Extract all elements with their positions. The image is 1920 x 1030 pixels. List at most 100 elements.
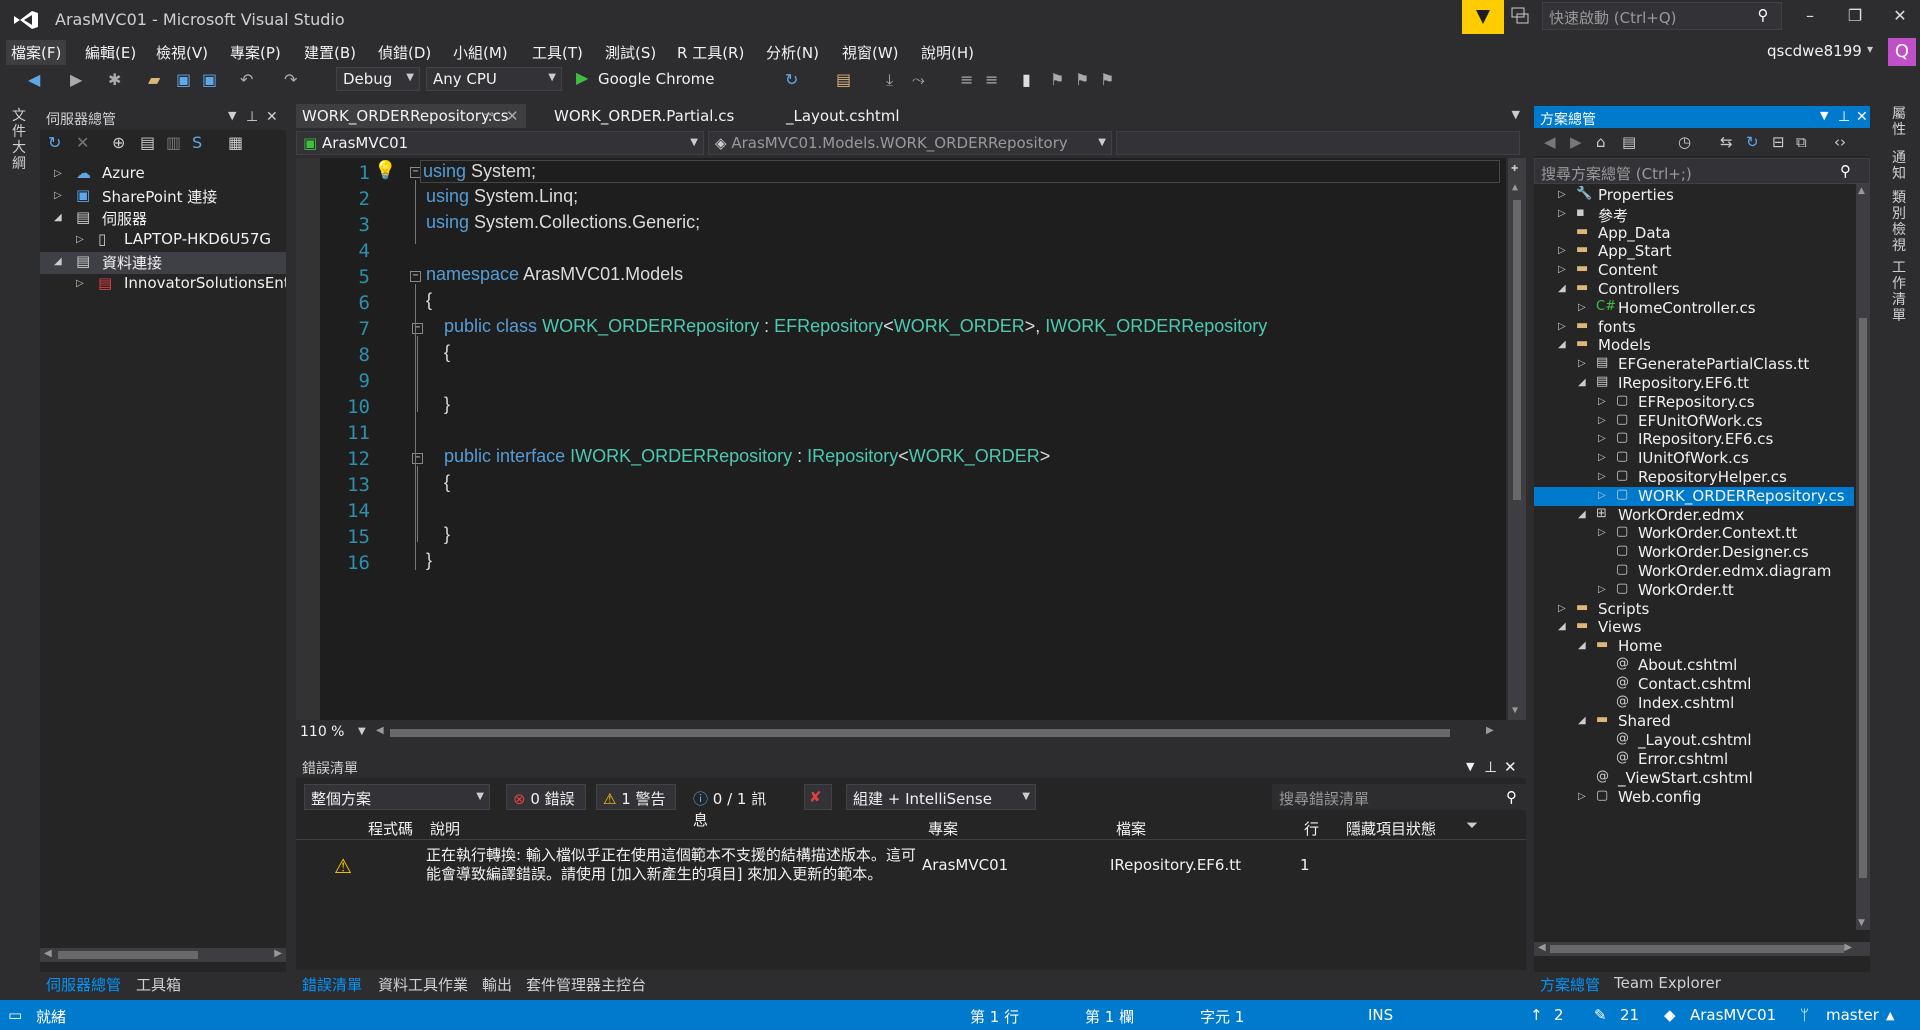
tab-data-tools[interactable]: 資料工具作業 [378, 974, 468, 995]
solution-vertical-scrollbar[interactable]: ▲ ▼ [1856, 184, 1870, 930]
avatar[interactable]: Q [1888, 38, 1916, 66]
tree-item-servers[interactable]: ◢ ▤ 伺服器 [40, 208, 286, 230]
open-file-icon[interactable]: ▰ [148, 70, 160, 89]
collapse-arrow-icon[interactable]: ◢ [1578, 377, 1586, 388]
collapse-arrow-icon[interactable]: ◢ [1578, 640, 1586, 651]
expand-arrow-icon[interactable]: ▷ [1558, 208, 1566, 219]
expand-arrow-icon[interactable]: ▷ [1558, 245, 1566, 256]
expand-arrow-icon[interactable]: ▷ [1598, 452, 1606, 463]
switch-views-icon[interactable]: ▤ [1622, 133, 1636, 151]
errors-filter-button[interactable]: ⊗ 0 錯誤 [506, 784, 586, 810]
refresh-icon[interactable]: ↻ [1746, 133, 1759, 151]
expand-arrow-icon[interactable]: ▷ [1598, 415, 1606, 426]
solution-item[interactable]: ▷ ▢ WORK_ORDERRepository.cs [1534, 486, 1854, 506]
scope-select[interactable]: 整個方案 ▼ [304, 784, 490, 810]
tab-layout[interactable]: _Layout.cshtml [780, 104, 906, 128]
solution-item[interactable]: ▷ ▢ WorkOrder.tt [1534, 581, 1854, 600]
split-icon[interactable]: ✚ [1511, 160, 1518, 174]
pending-changes-icon[interactable]: ◷ [1678, 133, 1691, 151]
tree-item-azure[interactable]: ▷ ☁ Azure [40, 164, 286, 186]
branch-icon[interactable]: ᛘ [1800, 1006, 1809, 1024]
branch-name[interactable]: master [1826, 1006, 1879, 1024]
expand-arrow-icon[interactable]: ▷ [1598, 396, 1606, 407]
chevron-up-icon[interactable]: ▲ [1886, 1009, 1894, 1022]
code-view-icon[interactable]: ‹› [1834, 133, 1846, 151]
start-debugging-icon[interactable]: ▶ [576, 68, 588, 87]
expand-arrow-icon[interactable]: ▷ [1598, 433, 1606, 444]
sharepoint-icon[interactable]: S [192, 133, 202, 152]
show-all-files-icon[interactable]: ⧉ [1796, 133, 1807, 151]
new-project-icon[interactable]: ✱ [108, 70, 121, 89]
solution-item[interactable]: ▷ ▢ IUnitOfWork.cs [1534, 449, 1854, 468]
column-line[interactable]: 行 [1304, 818, 1319, 839]
pending-changes-count[interactable]: 21 [1620, 1006, 1639, 1024]
expand-arrow-icon[interactable]: ▷ [1598, 584, 1606, 595]
solution-item[interactable]: ▷ ▢ EFUnitOfWork.cs [1534, 412, 1854, 431]
menu-test[interactable]: 測試(S) [600, 40, 661, 65]
type-nav-select[interactable]: ◈ ArasMVC01.Models.WORK_ORDERRepository … [708, 131, 1112, 155]
indent-icon[interactable]: ≡ [960, 70, 973, 89]
back-icon[interactable]: ◀ [28, 70, 40, 89]
output-window-icon[interactable]: ▭ [8, 1006, 22, 1024]
column-file[interactable]: 檔案 [1116, 818, 1146, 839]
editor-horizontal-scrollbar[interactable] [390, 729, 1450, 737]
task-list-tab[interactable]: 工作清單 [1890, 260, 1908, 324]
solution-item[interactable]: ◢ ▬ Views [1534, 618, 1854, 637]
member-nav-select[interactable] [1116, 131, 1520, 155]
collapse-arrow-icon[interactable]: ◢ [1578, 715, 1586, 726]
close-window-button[interactable]: ✕ [1885, 6, 1915, 28]
menu-build[interactable]: 建置(B) [299, 40, 361, 65]
close-icon[interactable]: ✕ [506, 107, 519, 125]
expand-arrow-icon[interactable]: ▷ [1558, 264, 1566, 275]
connect-sharepoint-icon[interactable]: ▥ [166, 133, 181, 152]
fold-toggle[interactable]: − [412, 453, 423, 464]
pencil-icon[interactable]: ✎ [1594, 1006, 1607, 1024]
expand-arrow-icon[interactable]: ▷ [1598, 490, 1606, 501]
close-icon[interactable]: ✕ [266, 109, 278, 125]
forward-icon[interactable]: ▶ [70, 70, 82, 89]
solution-item[interactable]: @ _ViewStart.cshtml [1534, 769, 1854, 788]
notifications-tab[interactable]: 通知 [1890, 150, 1908, 182]
filter-icon[interactable]: ⏷ [1466, 816, 1478, 834]
messages-filter-button[interactable]: ⓘ 0 / 1 訊息 [686, 784, 784, 829]
menu-analyze[interactable]: 分析(N) [761, 40, 824, 65]
solution-item[interactable]: ▷ ▤ EFGeneratePartialClass.tt [1534, 355, 1854, 374]
code-editor[interactable]: 1 2 3 4 5 6 7 8 9 10 11 12 13 14 15 16 💡… [296, 158, 1526, 720]
solution-horizontal-scrollbar[interactable]: ◀ ▶ [1534, 942, 1870, 956]
solution-item[interactable]: ◢ ▬ Controllers [1534, 280, 1854, 299]
document-outline-tab[interactable]: 文件大綱 [10, 108, 28, 172]
solution-item[interactable]: ◢ ▬ Home [1534, 637, 1854, 656]
repository-name[interactable]: ArasMVC01 [1690, 1006, 1776, 1024]
build-filter-select[interactable]: 組建 + IntelliSense ▼ [846, 784, 1036, 810]
clear-bookmarks-icon[interactable]: ⚑ [1100, 70, 1114, 89]
clear-filter-icon[interactable]: ✘ [804, 784, 832, 810]
solution-item[interactable]: ▢ WorkOrder.Designer.cs [1534, 543, 1854, 562]
tab-package-manager[interactable]: 套件管理器主控台 [526, 974, 646, 995]
sync-icon[interactable]: ⇆ [1720, 133, 1733, 151]
fold-toggle[interactable]: − [412, 323, 423, 334]
solution-item[interactable]: @ Index.cshtml [1534, 694, 1854, 713]
fold-toggle[interactable]: − [410, 271, 421, 282]
menu-window[interactable]: 視窗(W) [837, 40, 904, 65]
collapse-arrow-icon[interactable]: ◢ [1558, 283, 1566, 294]
save-all-icon[interactable]: ▣ [202, 70, 217, 89]
collapse-arrow-icon[interactable]: ◢ [1578, 509, 1586, 520]
tree-item-innovator[interactable]: ▷ ▤ InnovatorSolutionsEntit [40, 274, 286, 296]
class-view-tab[interactable]: 類別檢視 [1890, 190, 1908, 254]
tree-item-sharepoint[interactable]: ▷ ▣ SharePoint 連接 [40, 186, 286, 208]
solution-item[interactable]: ▷ ▪ 參考 [1534, 205, 1854, 224]
repository-icon[interactable]: ◆ [1664, 1006, 1676, 1024]
solution-item[interactable]: ▢ WorkOrder.edmx.diagram [1534, 562, 1854, 581]
tab-toolbox[interactable]: 工具箱 [136, 974, 181, 995]
tab-output[interactable]: 輸出 [482, 974, 512, 995]
pin-icon[interactable]: ⊥ [1484, 758, 1497, 776]
menu-view[interactable]: 檢視(V) [151, 40, 213, 65]
solution-item[interactable]: @ Contact.cshtml [1534, 675, 1854, 694]
solution-item[interactable]: ◢ ▤ IRepository.EF6.tt [1534, 374, 1854, 393]
solution-item[interactable]: ◢ ▬ Shared [1534, 712, 1854, 731]
project-nav-select[interactable]: ▣ ArasMVC01 ▼ [296, 131, 704, 155]
quick-launch-input[interactable]: 快速啟動 (Ctrl+Q) ⚲ [1542, 2, 1782, 30]
collapse-arrow-icon[interactable]: ◢ [1558, 339, 1566, 350]
dropdown-icon[interactable]: ▼ [228, 109, 236, 122]
outdent-icon[interactable]: ≡ [985, 70, 998, 89]
